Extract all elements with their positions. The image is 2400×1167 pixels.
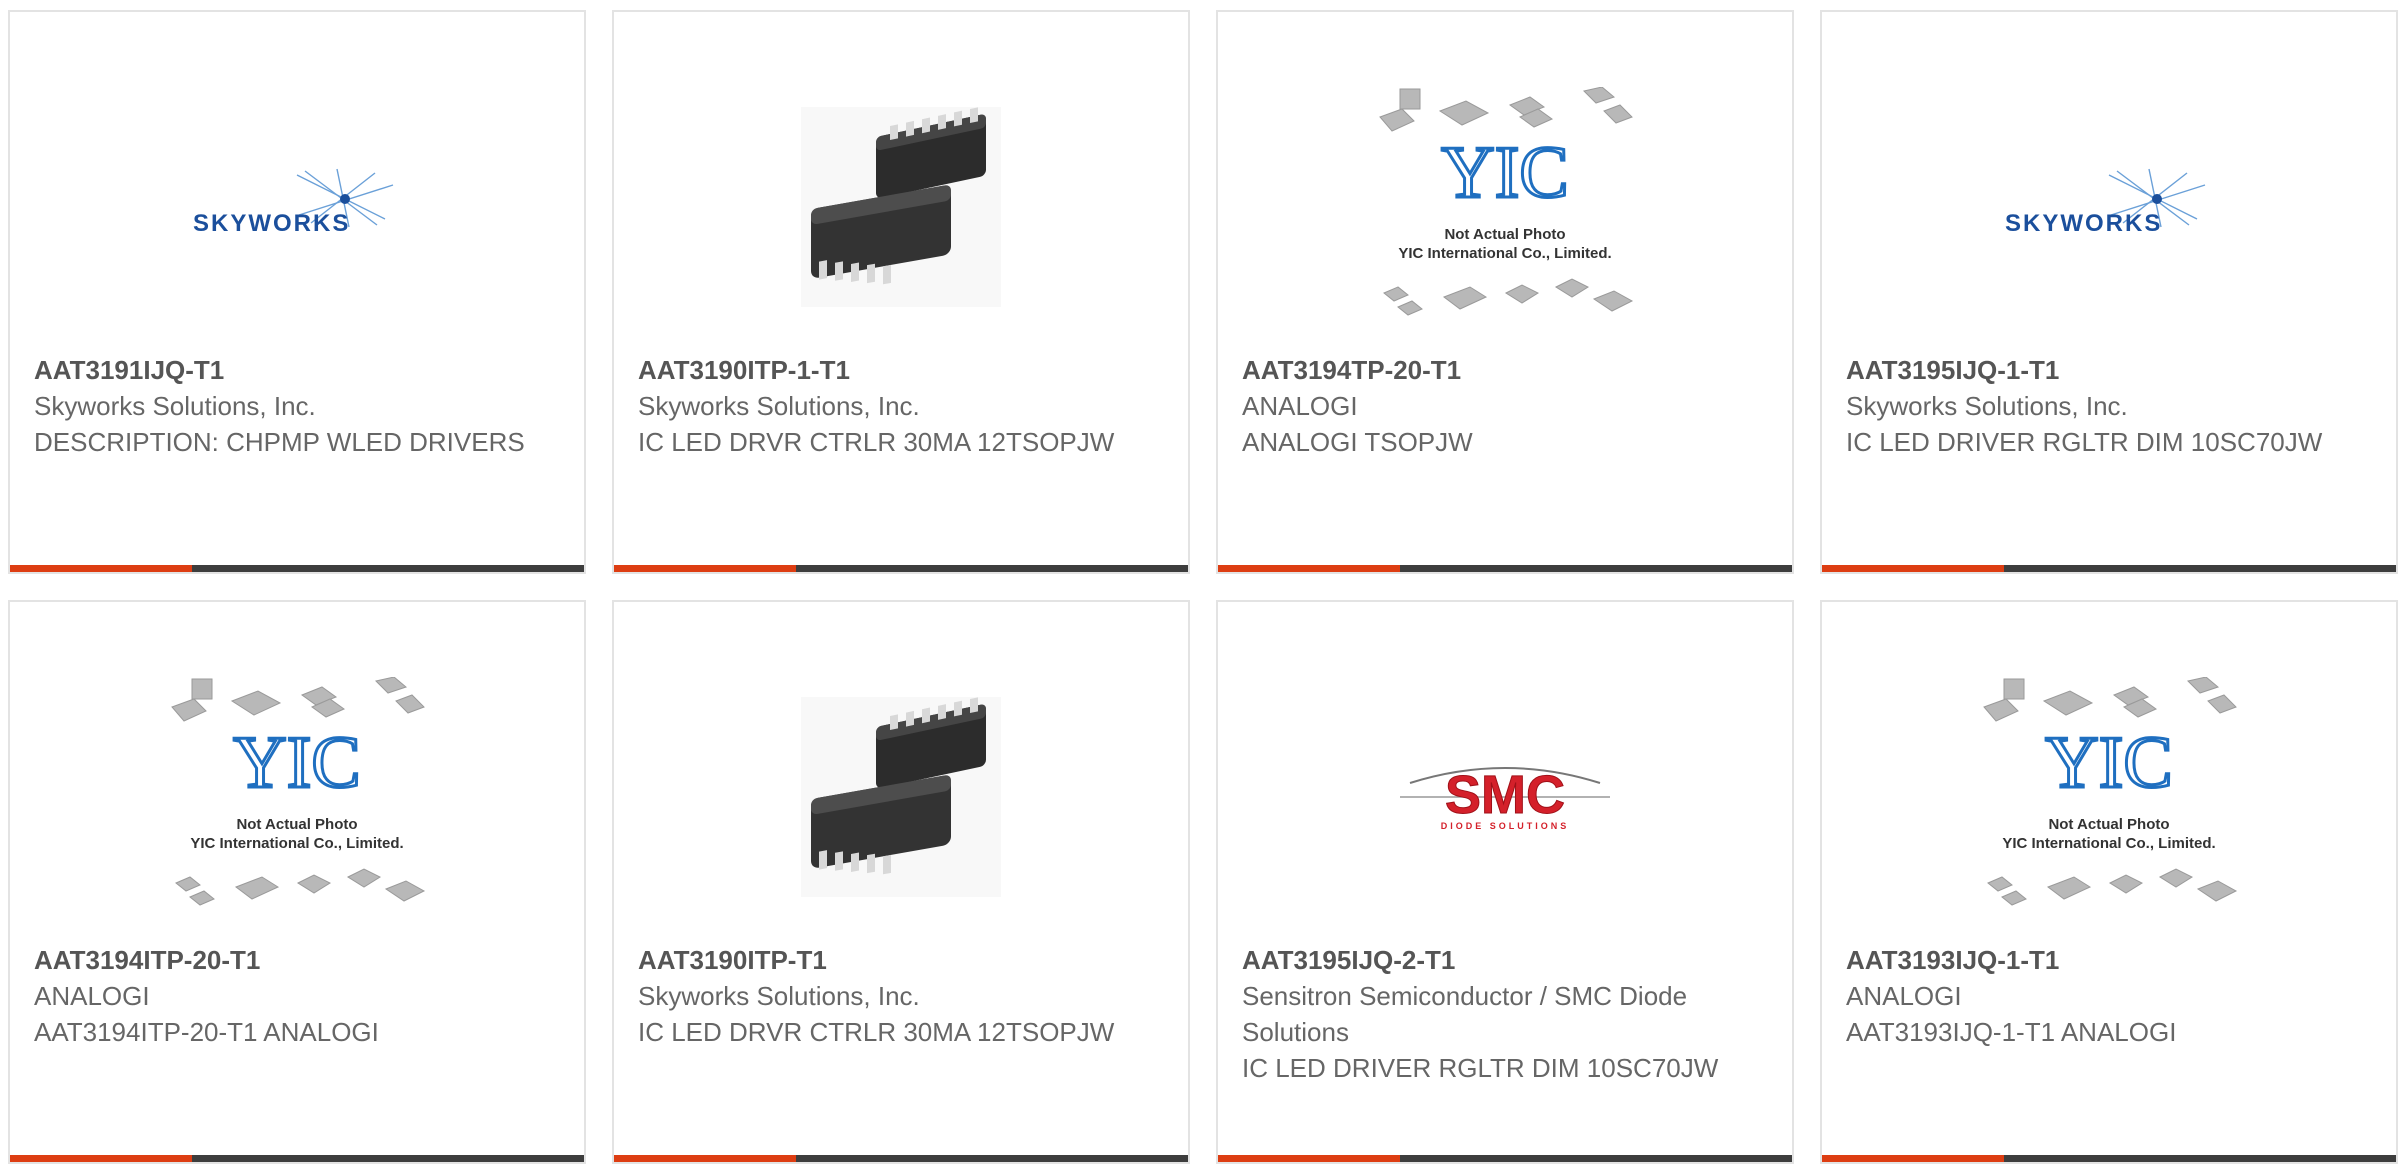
- svg-text:DIODE SOLUTIONS: DIODE SOLUTIONS: [1441, 821, 1570, 831]
- svg-text:SKYWORKS: SKYWORKS: [193, 210, 350, 237]
- part-number-link[interactable]: AAT3194ITP-20-T1: [34, 942, 560, 978]
- svg-text:Not Actual Photo: Not Actual Photo: [236, 816, 357, 833]
- product-image[interactable]: [614, 672, 1188, 922]
- svg-text:SKYWORKS: SKYWORKS: [2005, 210, 2162, 237]
- product-info: AAT3194ITP-20-T1 ANALOGI AAT3194ITP-20-T…: [34, 942, 560, 1050]
- product-card[interactable]: YIC Not Actual Photo YIC International C…: [8, 600, 586, 1164]
- skyworks-logo: SKYWORKS: [193, 168, 394, 237]
- product-info: AAT3195IJQ-1-T1 Skyworks Solutions, Inc.…: [1846, 352, 2372, 460]
- card-bar-accent: [614, 1155, 796, 1162]
- svg-text:YIC International Co., Limited: YIC International Co., Limited.: [1398, 245, 1611, 262]
- yic-logo-text: YIC: [233, 722, 360, 804]
- product-info: AAT3193IJQ-1-T1 ANALOGI AAT3193IJQ-1-T1 …: [1846, 942, 2372, 1050]
- description: IC LED DRIVER RGLTR DIM 10SC70JW: [1846, 427, 2323, 457]
- yic-placeholder-image: YIC Not Actual Photo YIC International C…: [171, 677, 426, 906]
- skyworks-logo: SKYWORKS: [2005, 168, 2206, 237]
- product-grid: SKYWORKS AAT3191IJQ-T1 Skyworks Solution…: [8, 10, 2400, 1164]
- card-bar-accent: [1218, 565, 1400, 572]
- smc-logo: SMC DIODE SOLUTIONS: [1400, 765, 1610, 831]
- card-bottom-bar: [614, 565, 1188, 572]
- card-bar-accent: [10, 1155, 192, 1162]
- card-bar-accent: [1822, 565, 2004, 572]
- part-number-link[interactable]: AAT3193IJQ-1-T1: [1846, 942, 2372, 978]
- product-card[interactable]: YIC Not Actual Photo YIC International C…: [1820, 600, 2398, 1164]
- manufacturer: Sensitron Semiconductor / SMC Diode Solu…: [1242, 981, 1688, 1047]
- ic-chip-photo: [801, 697, 1001, 897]
- part-number-link[interactable]: AAT3195IJQ-2-T1: [1242, 942, 1768, 978]
- part-number-link[interactable]: AAT3190ITP-T1: [638, 942, 1164, 978]
- description: ANALOGI TSOPJW: [1242, 427, 1473, 457]
- manufacturer: Skyworks Solutions, Inc.: [1846, 391, 2128, 421]
- product-image[interactable]: YIC Not Actual Photo YIC International C…: [10, 672, 584, 922]
- yic-placeholder-image: YIC Not Actual Photo YIC International C…: [1983, 677, 2238, 906]
- manufacturer: Skyworks Solutions, Inc.: [34, 391, 316, 421]
- card-bottom-bar: [1822, 565, 2396, 572]
- card-bar-accent: [1822, 1155, 2004, 1162]
- product-image[interactable]: SKYWORKS: [10, 82, 584, 332]
- product-card[interactable]: AAT3190ITP-1-T1 Skyworks Solutions, Inc.…: [612, 10, 1190, 574]
- description: DESCRIPTION: CHPMP WLED DRIVERS: [34, 427, 525, 457]
- svg-text:SMC: SMC: [1445, 765, 1565, 825]
- product-info: AAT3190ITP-T1 Skyworks Solutions, Inc. I…: [638, 942, 1164, 1050]
- description: IC LED DRVR CTRLR 30MA 12TSOPJW: [638, 1017, 1115, 1047]
- card-bar-accent: [614, 565, 796, 572]
- product-image[interactable]: SKYWORKS: [1822, 82, 2396, 332]
- part-number-link[interactable]: AAT3190ITP-1-T1: [638, 352, 1164, 388]
- product-card[interactable]: SKYWORKS AAT3195IJQ-1-T1 Skyworks Soluti…: [1820, 10, 2398, 574]
- yic-placeholder-image: YIC Not Actual Photo YIC International C…: [1379, 87, 1634, 316]
- product-card[interactable]: YIC Not Actual Photo YIC International C…: [1216, 10, 1794, 574]
- card-bar-accent: [1218, 1155, 1400, 1162]
- manufacturer: ANALOGI: [1846, 981, 1962, 1011]
- manufacturer: Skyworks Solutions, Inc.: [638, 391, 920, 421]
- part-number-link[interactable]: AAT3194TP-20-T1: [1242, 352, 1768, 388]
- description: AAT3194ITP-20-T1 ANALOGI: [34, 1017, 379, 1047]
- ic-chip-photo: [801, 107, 1001, 307]
- svg-text:YIC International Co., Limited: YIC International Co., Limited.: [2002, 835, 2215, 852]
- card-bottom-bar: [10, 1155, 584, 1162]
- card-bottom-bar: [1218, 565, 1792, 572]
- svg-text:Not Actual Photo: Not Actual Photo: [2048, 816, 2169, 833]
- yic-logo-text: YIC: [1441, 132, 1568, 214]
- product-card[interactable]: SMC DIODE SOLUTIONS AAT3195IJQ-2-T1 Sens…: [1216, 600, 1794, 1164]
- product-image[interactable]: YIC Not Actual Photo YIC International C…: [1218, 82, 1792, 332]
- product-card[interactable]: SKYWORKS AAT3191IJQ-T1 Skyworks Solution…: [8, 10, 586, 574]
- svg-text:YIC International Co., Limited: YIC International Co., Limited.: [190, 835, 403, 852]
- manufacturer: ANALOGI: [34, 981, 150, 1011]
- product-info: AAT3195IJQ-2-T1 Sensitron Semiconductor …: [1242, 942, 1768, 1086]
- part-number-link[interactable]: AAT3191IJQ-T1: [34, 352, 560, 388]
- product-card[interactable]: AAT3190ITP-T1 Skyworks Solutions, Inc. I…: [612, 600, 1190, 1164]
- description: IC LED DRVR CTRLR 30MA 12TSOPJW: [638, 427, 1115, 457]
- card-bottom-bar: [1822, 1155, 2396, 1162]
- product-info: AAT3191IJQ-T1 Skyworks Solutions, Inc. D…: [34, 352, 560, 460]
- description: IC LED DRIVER RGLTR DIM 10SC70JW: [1242, 1053, 1719, 1083]
- product-image[interactable]: [614, 82, 1188, 332]
- part-number-link[interactable]: AAT3195IJQ-1-T1: [1846, 352, 2372, 388]
- description: AAT3193IJQ-1-T1 ANALOGI: [1846, 1017, 2177, 1047]
- svg-text:Not Actual Photo: Not Actual Photo: [1444, 226, 1565, 243]
- manufacturer: Skyworks Solutions, Inc.: [638, 981, 920, 1011]
- product-info: AAT3194TP-20-T1 ANALOGI ANALOGI TSOPJW: [1242, 352, 1768, 460]
- card-bottom-bar: [614, 1155, 1188, 1162]
- product-image[interactable]: YIC Not Actual Photo YIC International C…: [1822, 672, 2396, 922]
- product-image[interactable]: SMC DIODE SOLUTIONS: [1218, 672, 1792, 922]
- card-bar-accent: [10, 565, 192, 572]
- card-bottom-bar: [10, 565, 584, 572]
- yic-logo-text: YIC: [2045, 722, 2172, 804]
- manufacturer: ANALOGI: [1242, 391, 1358, 421]
- card-bottom-bar: [1218, 1155, 1792, 1162]
- product-info: AAT3190ITP-1-T1 Skyworks Solutions, Inc.…: [638, 352, 1164, 460]
